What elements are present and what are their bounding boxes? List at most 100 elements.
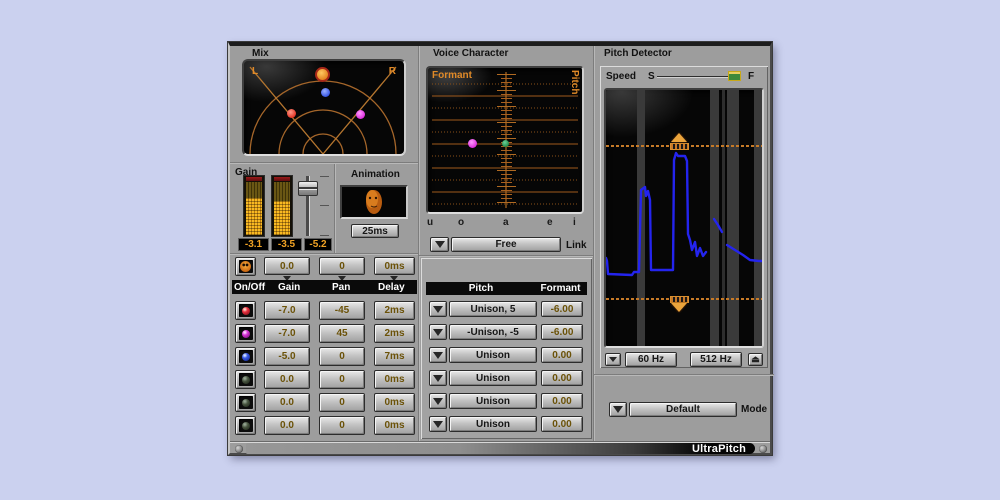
voice-gain-field[interactable]: -7.0 (264, 301, 310, 320)
voice-delay-field[interactable]: 0ms (374, 370, 415, 389)
bottom-bar: UltraPitch (230, 441, 770, 456)
mix-dot-blue-voice[interactable] (321, 88, 330, 97)
face-icon (366, 190, 382, 214)
formant-value-button[interactable]: 0.00 (541, 416, 583, 432)
pitch-dropdown-button[interactable] (429, 416, 447, 432)
voice-row: 0.0 0 0ms (230, 393, 419, 412)
pitch-detector-display (604, 88, 764, 348)
brand-name: UltraPitch (692, 442, 746, 455)
mode-label: Mode (741, 404, 768, 415)
pitch-dropdown-button[interactable] (429, 324, 447, 340)
voice-row: -7.0 -45 2ms (230, 301, 419, 320)
pitch-detector-panel: Speed S F 60 Hz 512 Hz ⏏ (600, 66, 768, 368)
mode-value-button[interactable]: Default (629, 402, 737, 417)
pitch-value-button[interactable]: Unison (449, 347, 537, 363)
voice-onoff-button[interactable] (235, 324, 256, 343)
voice-pan-field[interactable]: -45 (319, 301, 365, 320)
vowel-o: o (458, 217, 465, 228)
pd-display-inner (606, 90, 762, 346)
speed-slider-track[interactable] (657, 76, 733, 77)
voice-delay-field[interactable]: 0ms (374, 393, 415, 412)
gain-animation-row: Gain -3.1 -3.5 -5.2 Animation 25ms (230, 164, 419, 254)
voice-pan-field[interactable]: 0 (319, 393, 365, 412)
high-threshold-triangle-icon[interactable] (671, 133, 687, 142)
voice-delay-field[interactable]: 0ms (374, 416, 415, 435)
master-delay-field[interactable]: 0ms (374, 257, 415, 275)
chevron-down-icon (433, 420, 443, 428)
led-well (238, 350, 253, 363)
voice-pan-field[interactable]: 0 (319, 416, 365, 435)
screw-icon (759, 445, 767, 453)
eject-icon: ⏏ (751, 354, 760, 364)
meter-clip-segment (246, 177, 262, 181)
master-gain-field[interactable]: 0.0 (264, 257, 310, 275)
low-threshold-triangle-icon[interactable] (671, 303, 687, 312)
pitch-value-button[interactable]: Unison, 5 (449, 301, 537, 317)
all-voices-button[interactable] (235, 257, 256, 276)
mix-dot-selected-voice[interactable] (315, 67, 330, 82)
pitch-value-button[interactable]: Unison (449, 370, 537, 386)
mix-dot-magenta-voice[interactable] (356, 110, 365, 119)
voice-gain-field[interactable]: -5.0 (264, 347, 310, 366)
voice-character-display: Formant Pitch (426, 66, 584, 214)
voice-gain-field[interactable]: 0.0 (264, 393, 310, 412)
meter-unlit-segment (246, 182, 262, 198)
voice-onoff-button[interactable] (235, 370, 256, 389)
chevron-down-icon (433, 351, 443, 359)
middle-column: Voice Character Formant Pitch u o a e i … (419, 46, 594, 441)
low-freq-button[interactable]: 60 Hz (625, 352, 677, 367)
voice-onoff-button[interactable] (235, 301, 256, 320)
led-well (238, 419, 253, 432)
high-freq-button[interactable]: 512 Hz (690, 352, 742, 367)
voice-onoff-button[interactable] (235, 347, 256, 366)
pitch-value-button[interactable]: -Unison, -5 (449, 324, 537, 340)
speed-slider-handle[interactable] (728, 71, 741, 81)
voice-gain-field[interactable]: 0.0 (264, 370, 310, 389)
animation-latency-button[interactable]: 25ms (351, 224, 399, 238)
voice-gain-field[interactable]: 0.0 (264, 416, 310, 435)
pitch-value-button[interactable]: Unison (449, 416, 537, 432)
led-lamp-icon (241, 375, 250, 384)
formant-value-button[interactable]: 0.00 (541, 347, 583, 363)
led-well (238, 304, 253, 317)
voice-pan-field[interactable]: 0 (319, 347, 365, 366)
range-down-button[interactable] (605, 353, 621, 366)
pitch-dropdown-button[interactable] (429, 393, 447, 409)
high-threshold-marker[interactable] (670, 143, 689, 150)
voice-pan-field[interactable]: 0 (319, 370, 365, 389)
low-threshold-marker[interactable] (670, 296, 689, 303)
vc-mode-button[interactable]: Free (451, 237, 561, 252)
master-pan-field[interactable]: 0 (319, 257, 365, 275)
mix-title: Mix (252, 48, 269, 59)
formant-value-button[interactable]: -6.00 (541, 301, 583, 317)
voice-delay-field[interactable]: 7ms (374, 347, 415, 366)
vc-mode-dropdown-button[interactable] (430, 237, 449, 252)
pitch-dropdown-button[interactable] (429, 301, 447, 317)
voice-onoff-button[interactable] (235, 393, 256, 412)
mix-dot-red-voice[interactable] (287, 109, 296, 118)
formant-value-button[interactable]: 0.00 (541, 370, 583, 386)
header-delay: Delay (378, 282, 405, 293)
pitch-dropdown-button[interactable] (429, 347, 447, 363)
pitch-row: Unison 0.00 (419, 347, 594, 364)
vc-pitch-label: Pitch (569, 70, 580, 95)
voice-onoff-button[interactable] (235, 416, 256, 435)
pitch-dropdown-button[interactable] (429, 370, 447, 386)
voice-delay-field[interactable]: 2ms (374, 324, 415, 343)
voice-delay-field[interactable]: 2ms (374, 301, 415, 320)
mode-dropdown-button[interactable] (609, 402, 627, 417)
formant-value-button[interactable]: -6.00 (541, 324, 583, 340)
voice-gain-field[interactable]: -7.0 (264, 324, 310, 343)
voice-pan-field[interactable]: 45 (319, 324, 365, 343)
range-up-button[interactable]: ⏏ (748, 353, 763, 366)
formant-value-button[interactable]: 0.00 (541, 393, 583, 409)
vc-pitch-handle[interactable] (502, 140, 509, 147)
vowel-a: a (503, 217, 509, 228)
pitch-value-button[interactable]: Unison (449, 393, 537, 409)
left-column: Mix L R Gain -3.1 -3.5 -5.2 Animation 25… (230, 46, 419, 441)
vc-formant-handle[interactable] (468, 139, 477, 148)
animation-face-display (340, 185, 408, 219)
gain-fader-handle[interactable] (298, 181, 318, 196)
led-well (238, 373, 253, 386)
led-lamp-icon (241, 329, 250, 338)
